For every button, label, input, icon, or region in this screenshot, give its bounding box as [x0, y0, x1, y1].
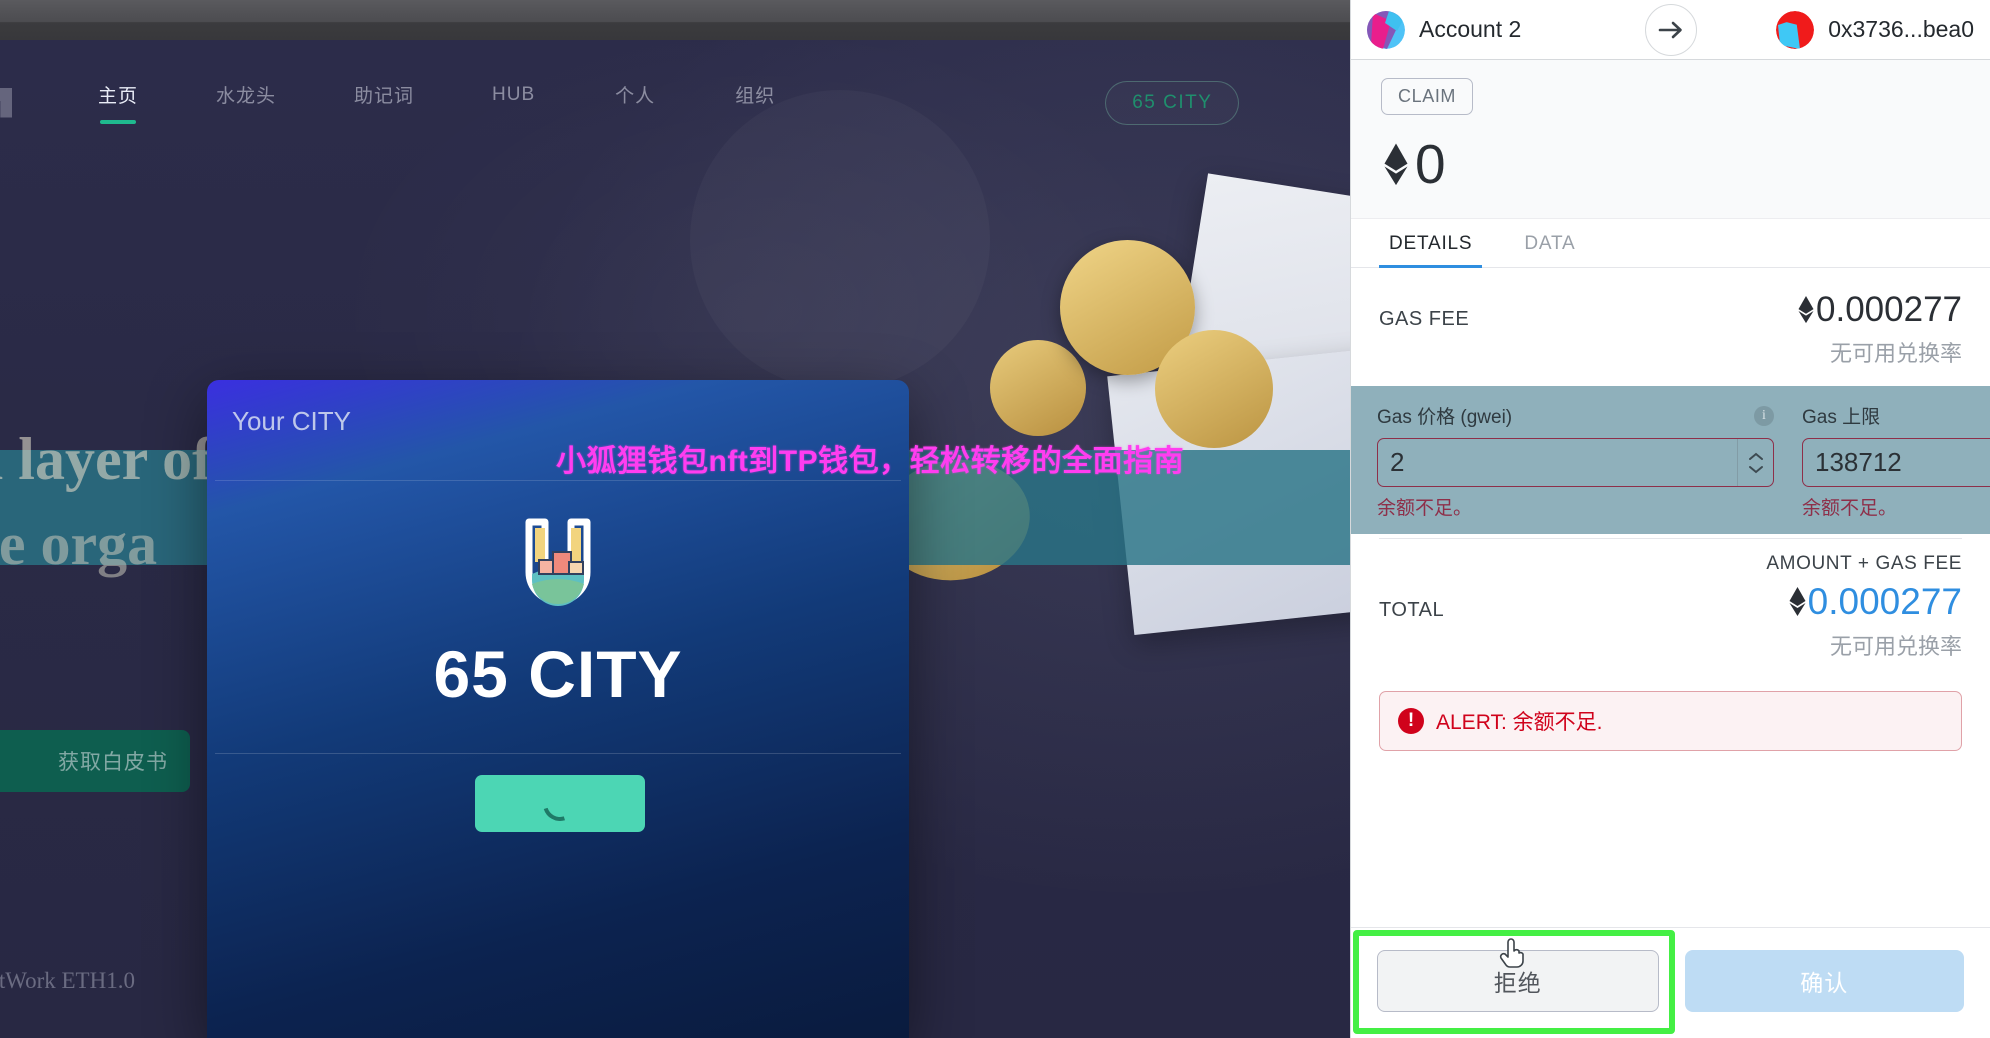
city-card-title: Your CITY	[232, 406, 351, 436]
gas-price-stepper[interactable]	[1737, 439, 1773, 486]
chevron-up-icon	[1748, 452, 1763, 460]
ethereum-diamond-icon	[1798, 295, 1814, 324]
overlay-watermark-text: 小狐狸钱包nft到TP钱包，轻松转移的全面指南	[556, 445, 1185, 478]
reject-button[interactable]: 拒绝	[1377, 950, 1659, 1012]
hero-headline-line-2: ture orga	[0, 511, 158, 577]
gas-limit-input[interactable]	[1803, 439, 1990, 486]
city-shield-logo-icon	[525, 518, 591, 606]
gas-price-error: 余额不足。	[1377, 498, 1473, 519]
hero-headline-line-1: col layer of	[0, 426, 213, 492]
site-logo-icon[interactable]	[0, 87, 12, 118]
gas-fee-label: GAS FEE	[1379, 308, 1470, 330]
city-card-name: 65 CITY	[433, 637, 683, 711]
gas-price-field: Gas 价格 (gwei) i 2 余额不足。	[1377, 402, 1774, 520]
gas-price-label: Gas 价格 (gwei)	[1377, 407, 1513, 428]
gas-fee-row: GAS FEE 0.000277 无可用兑换率	[1351, 268, 1990, 386]
insufficient-funds-alert: ! ALERT: 余额不足.	[1379, 691, 1962, 751]
gas-limit-field: Gas 上限 i 余额不	[1802, 402, 1990, 520]
confirm-button[interactable]: 确认	[1684, 950, 1964, 1012]
total-value: 0.000277	[1807, 581, 1962, 622]
gas-price-info-icon[interactable]: i	[1754, 405, 1774, 426]
recipient-address-label: 0x3736...bea0	[1828, 16, 1974, 42]
chevron-down-icon	[1748, 465, 1763, 473]
alert-message: ALERT: 余额不足.	[1436, 711, 1603, 734]
city-card-action-button[interactable]	[475, 775, 645, 832]
metamask-header: Account 2 0x3736...bea0	[1351, 0, 1990, 60]
exclamation-circle-icon: !	[1398, 708, 1424, 734]
transaction-summary: CLAIM 0	[1351, 60, 1990, 219]
total-caption: AMOUNT + GAS FEE	[1766, 553, 1962, 574]
gas-limit-label: Gas 上限	[1802, 407, 1881, 428]
gas-limit-error: 余额不足。	[1802, 498, 1898, 519]
metamask-footer: 拒绝 确认	[1351, 927, 1990, 1038]
metamask-details-body: GAS FEE 0.000277 无可用兑换率 Gas 价格 (gwei) i …	[1351, 268, 1990, 927]
gas-fee-values: 0.000277 无可用兑换率	[1796, 290, 1962, 368]
gas-fee-fiat: 无可用兑换率	[1829, 341, 1962, 366]
total-fiat: 无可用兑换率	[1829, 634, 1962, 659]
transaction-amount-value: 0	[1415, 133, 1446, 195]
total-row: TOTAL 0.000277 无可用兑换率	[1351, 575, 1990, 679]
nav-item-home[interactable]: 主页	[98, 81, 138, 124]
account-avatar-icon	[1367, 10, 1405, 49]
tab-data[interactable]: DATA	[1514, 219, 1585, 267]
total-values: 0.000277 无可用兑换率	[1787, 581, 1962, 661]
nav-item-organization[interactable]: 组织	[735, 81, 775, 124]
transaction-amount-row: 0	[1381, 137, 1960, 192]
ethereum-diamond-icon	[1384, 142, 1408, 185]
arrow-right-icon	[1658, 21, 1682, 38]
loading-spinner-icon	[537, 780, 583, 827]
network-label: NetWork ETH1.0	[0, 968, 135, 993]
metamask-tabs: DETAILS DATA	[1351, 219, 1990, 268]
background-web-page: 主页 水龙头 助记词 HUB 个人 组织 65 CITY col layer o…	[0, 40, 1350, 1038]
site-navbar: 主页 水龙头 助记词 HUB 个人 组织 65 CITY	[0, 65, 1350, 140]
advanced-gas-controls: Gas 价格 (gwei) i 2 余额不足。 Gas 上限 138712 余额…	[1351, 386, 1990, 534]
nav-item-faucet[interactable]: 水龙头	[216, 81, 276, 124]
sender-account[interactable]: Account 2	[1367, 10, 1522, 49]
transfer-direction-badge	[1644, 3, 1697, 56]
total-amount: 0.000277	[1787, 581, 1962, 623]
recipient-account[interactable]: 0x3736...bea0	[1776, 10, 1974, 49]
tab-details[interactable]: DETAILS	[1379, 219, 1483, 268]
card-divider	[215, 480, 901, 481]
recipient-avatar-icon	[1776, 10, 1815, 49]
nav-city-button[interactable]: 65 CITY	[1105, 80, 1240, 125]
decorative-coin	[1155, 330, 1273, 448]
account-name-label: Account 2	[1419, 16, 1522, 42]
nav-item-hub[interactable]: HUB	[492, 84, 535, 122]
browser-chrome-strip	[0, 0, 1350, 40]
transaction-origin-chip: CLAIM	[1381, 78, 1474, 115]
nav-item-personal[interactable]: 个人	[615, 81, 655, 124]
gas-fee-amount: 0.000277	[1796, 290, 1962, 330]
ethereum-diamond-icon	[1789, 587, 1806, 616]
gas-fee-value: 0.000277	[1816, 290, 1962, 329]
card-divider-2	[215, 753, 901, 754]
gas-price-input[interactable]	[1378, 439, 1737, 486]
metamask-confirmation-panel: Account 2 0x3736...bea0 CLAIM 0 DETAILS …	[1350, 0, 1990, 1038]
nav-item-mnemonic[interactable]: 助记词	[354, 81, 414, 124]
decorative-coin	[990, 340, 1086, 436]
total-label: TOTAL	[1379, 599, 1445, 621]
get-whitepaper-button[interactable]: 获取白皮书	[0, 730, 190, 792]
